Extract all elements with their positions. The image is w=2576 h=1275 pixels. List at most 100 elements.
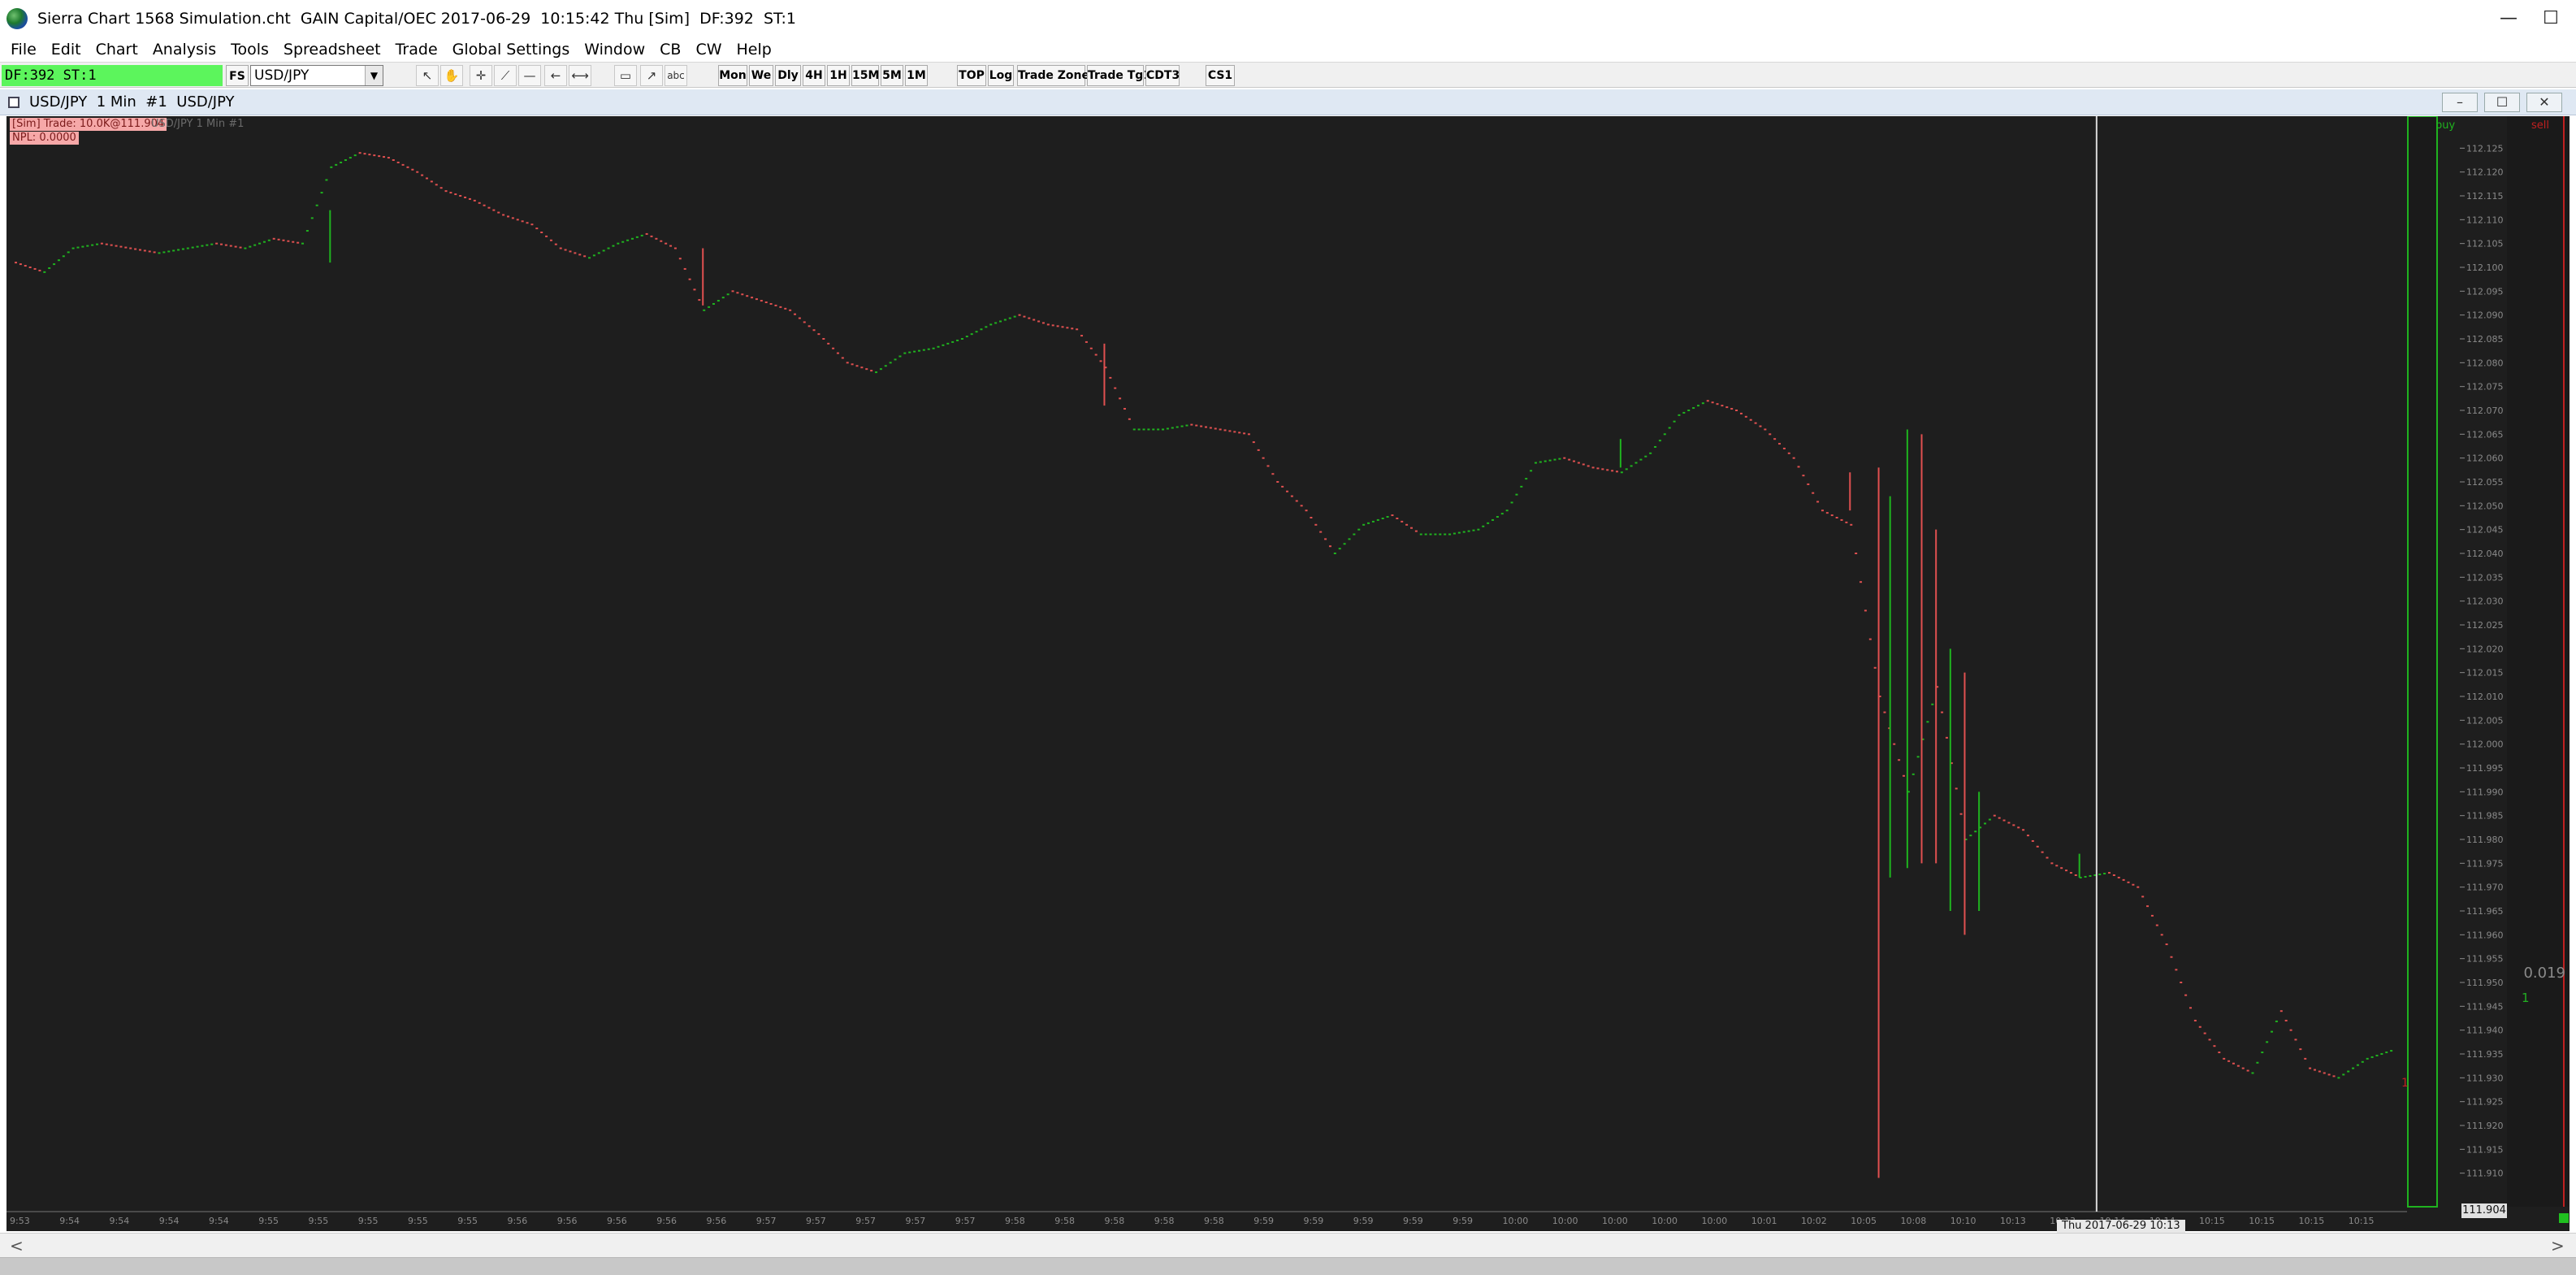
- chevron-down-icon[interactable]: ▼: [365, 66, 383, 85]
- menu-spreadsheet[interactable]: Spreadsheet: [276, 37, 388, 62]
- text-tool-icon[interactable]: abc: [665, 65, 687, 86]
- price-tick-mark: [698, 299, 701, 301]
- x-tick-label: 10:01: [1751, 1216, 1777, 1226]
- horizontal-scrollbar[interactable]: < >: [0, 1233, 2576, 1257]
- y-tick-label: 111.975: [2466, 858, 2504, 869]
- menu-edit[interactable]: Edit: [44, 37, 89, 62]
- price-tick-mark: [1868, 638, 1872, 640]
- rectangle-tool-icon[interactable]: ▭: [614, 65, 637, 86]
- y-tick-label: 112.115: [2466, 191, 2504, 202]
- fs-button[interactable]: FS: [226, 65, 249, 86]
- price-tick-mark: [91, 244, 94, 246]
- price-tick-mark: [1596, 467, 1600, 470]
- price-tick-mark: [999, 320, 1002, 323]
- price-tick-mark: [1505, 510, 1509, 512]
- price-tick-mark: [827, 342, 830, 345]
- chart-area[interactable]: 112.125 112.120 112.115 112.110 112.105 112.1…: [6, 116, 2570, 1233]
- 1m-button[interactable]: 1M: [905, 65, 928, 86]
- price-tick-mark: [2098, 874, 2102, 876]
- price-tick-mark: [1228, 430, 1232, 432]
- menu-window[interactable]: Window: [577, 37, 652, 62]
- 4h-button[interactable]: 4H: [803, 65, 825, 86]
- price-tick-mark: [1850, 523, 1853, 526]
- price-tick-mark: [1262, 457, 1265, 459]
- trade-zone-button[interactable]: Trade Zone: [1017, 65, 1089, 86]
- price-tick-mark: [545, 235, 548, 237]
- cdt3-button[interactable]: CDT3: [1145, 65, 1180, 86]
- price-tick-mark: [1046, 323, 1050, 326]
- price-tick-mark: [1386, 516, 1389, 518]
- menu-cb[interactable]: CB: [652, 37, 688, 62]
- menu-tools[interactable]: Tools: [223, 37, 276, 62]
- x-tick-label: 9:54: [59, 1216, 80, 1226]
- price-tick-mark: [1510, 501, 1513, 504]
- price-tick-mark: [650, 235, 653, 237]
- weekly-button[interactable]: We: [749, 65, 773, 86]
- price-tick-mark: [138, 249, 141, 251]
- menu-help[interactable]: Help: [730, 37, 779, 62]
- 15m-button[interactable]: 15M: [851, 65, 879, 86]
- monthly-button[interactable]: Mon: [718, 65, 747, 86]
- ray-icon[interactable]: ←: [544, 65, 567, 86]
- maximize-button[interactable]: ☐: [2535, 5, 2567, 33]
- price-tick-mark: [549, 239, 552, 241]
- price-tick-mark: [841, 357, 844, 359]
- menu-analysis[interactable]: Analysis: [145, 37, 223, 62]
- trade-tg1-button[interactable]: Trade Tg1: [1087, 65, 1151, 86]
- daily-button[interactable]: Dly: [775, 65, 801, 86]
- price-chart[interactable]: 112.125 112.120 112.115 112.110 112.105 112.1…: [6, 116, 2570, 1231]
- menu-global-settings[interactable]: Global Settings: [445, 37, 578, 62]
- menu-chart[interactable]: Chart: [89, 37, 145, 62]
- pointer-icon[interactable]: ↖: [416, 65, 439, 86]
- price-tick-mark: [363, 153, 366, 155]
- menu-cw[interactable]: CW: [688, 37, 729, 62]
- price-tick-mark: [960, 338, 963, 340]
- price-tick-mark: [1439, 533, 1442, 536]
- price-tick-mark: [1472, 529, 1475, 531]
- 5m-button[interactable]: 5M: [881, 65, 903, 86]
- x-tick-label: 9:56: [656, 1216, 677, 1226]
- y-tick-label: 112.050: [2466, 501, 2504, 511]
- minimize-button[interactable]: —: [2492, 5, 2525, 33]
- price-tick-mark: [789, 309, 792, 311]
- price-tick-mark: [2366, 1057, 2369, 1060]
- menu-file[interactable]: File: [3, 37, 44, 62]
- price-tick-mark: [67, 251, 70, 254]
- y-tick-label: 111.935: [2466, 1049, 2504, 1060]
- menu-trade[interactable]: Trade: [388, 37, 445, 62]
- crosshair-icon[interactable]: ✛: [470, 65, 492, 86]
- 1h-button[interactable]: 1H: [827, 65, 850, 86]
- chart-window-title: USD/JPY 1 Min #1 USD/JPY: [29, 93, 235, 111]
- price-tick-mark: [602, 249, 605, 252]
- buy-column: [2407, 116, 2438, 1208]
- data-feed-status-field[interactable]: DF:392 ST:1: [2, 65, 223, 86]
- y-tick-label: 112.070: [2466, 405, 2504, 416]
- price-tick-mark: [1830, 514, 1834, 517]
- log-button[interactable]: Log: [988, 65, 1014, 86]
- cs1-button[interactable]: CS1: [1206, 65, 1235, 86]
- line-tool-icon[interactable]: ⟋: [494, 65, 517, 86]
- hand-icon[interactable]: ✋: [440, 65, 463, 86]
- extend-line-icon[interactable]: ⟷: [569, 65, 591, 86]
- chart-restore-button[interactable]: ☐: [2484, 93, 2520, 112]
- y-tick-label: 112.005: [2466, 715, 2504, 726]
- price-tick-mark: [1706, 400, 1709, 402]
- top-button[interactable]: TOP: [957, 65, 986, 86]
- price-tick-mark: [105, 243, 108, 245]
- price-tick-mark: [2390, 1050, 2393, 1052]
- chart-window-header: USD/JPY 1 Min #1 USD/JPY – ☐ ✕: [0, 89, 2576, 115]
- symbol-select[interactable]: USD/JPY ▼: [250, 65, 383, 86]
- arrow-tool-icon[interactable]: ↗: [640, 65, 663, 86]
- price-tick-mark: [1998, 817, 2001, 819]
- price-tick-mark: [2284, 1019, 2288, 1021]
- horizontal-line-icon[interactable]: —: [518, 65, 541, 86]
- price-tick-mark: [588, 257, 591, 259]
- price-tick-mark: [1099, 360, 1102, 362]
- price-tick-mark: [1185, 424, 1188, 427]
- price-tick-mark: [330, 166, 333, 168]
- price-tick-mark: [2041, 851, 2044, 853]
- scroll-right-icon[interactable]: >: [2551, 1236, 2565, 1255]
- chart-minimize-button[interactable]: –: [2442, 93, 2478, 112]
- chart-close-button[interactable]: ✕: [2526, 93, 2562, 112]
- scroll-left-icon[interactable]: <: [10, 1236, 24, 1255]
